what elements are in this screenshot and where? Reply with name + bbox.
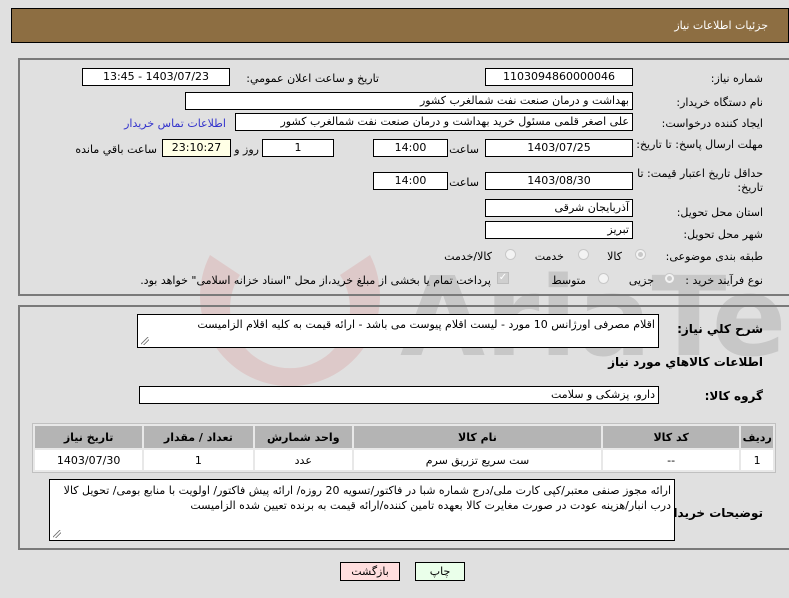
page-header: جزئیات اطلاعات نیاز	[11, 8, 789, 43]
response-deadline-date-field: 1403/07/25	[485, 139, 633, 157]
delivery-province-field: آذربایجان شرقی	[485, 199, 633, 217]
days-remaining-field: 1	[262, 139, 334, 157]
treasury-checkbox-label: پرداخت تمام یا بخشی از مبلغ خرید،از محل …	[140, 274, 491, 287]
page-title: جزئیات اطلاعات نیاز	[674, 19, 768, 32]
col-name: نام کالا	[354, 426, 601, 448]
table-row: 1 -- ست سریع تزریق سرم عدد 1 1403/07/30	[35, 450, 773, 470]
cell-row: 1	[741, 450, 773, 470]
category-radio-goods-service[interactable]	[505, 249, 516, 260]
col-quantity: تعداد / مقدار	[144, 426, 253, 448]
requester-label: ایجاد کننده درخواست:	[661, 117, 763, 130]
category-option-service: خدمت	[534, 250, 564, 263]
goods-group-field: دارو، پزشکی و سلامت	[139, 386, 659, 404]
description-textarea[interactable]: اقلام مصرفی اورژانس 10 مورد - لیست اقلام…	[137, 314, 659, 348]
price-validity-date-field: 1403/08/30	[485, 172, 633, 190]
cell-name: ست سریع تزریق سرم	[354, 450, 601, 470]
back-button[interactable]: بازگشت	[340, 562, 400, 581]
requester-field: علی اصغر قلمی مسئول خرید بهداشت و درمان …	[235, 113, 633, 131]
resize-grip-icon[interactable]	[53, 530, 61, 538]
goods-section-title: اطلاعات کالاهاي مورد نياز	[608, 355, 763, 369]
time-remaining-field: 23:10:27	[162, 139, 231, 157]
buyer-org-field: بهداشت و درمان صنعت نفت شمالغرب کشور	[185, 92, 633, 110]
process-option-medium: متوسط	[551, 274, 586, 287]
category-option-goods: کالا	[607, 250, 622, 263]
description-text: اقلام مصرفی اورژانس 10 مورد - لیست اقلام…	[197, 318, 655, 331]
delivery-city-label: شهر محل تحویل:	[683, 228, 763, 241]
price-validity-label: حداقل تاریخ اعتبار قیمت: تا تاریخ:	[637, 167, 763, 194]
goods-group-label: گروه کالا:	[704, 389, 763, 403]
category-option-goods-service: کالا/خدمت	[444, 250, 492, 263]
process-option-minor: جزیی	[628, 274, 654, 287]
col-need-date: تاریخ نیاز	[35, 426, 143, 448]
delivery-province-label: استان محل تحویل:	[676, 206, 763, 219]
response-deadline-label: مهلت ارسال پاسخ: تا تاریخ:	[636, 138, 763, 151]
cell-quantity: 1	[144, 450, 253, 470]
cell-need-date: 1403/07/30	[35, 450, 143, 470]
need-number-field: 1103094860000046	[485, 68, 633, 86]
goods-table: ردیف کد کالا نام کالا واحد شمارش تعداد /…	[32, 423, 776, 473]
days-label: روز و	[234, 143, 259, 156]
category-radio-service[interactable]	[578, 249, 589, 260]
need-number-label: شماره نیاز:	[710, 72, 763, 85]
delivery-city-field: تبریز	[485, 221, 633, 239]
process-radio-minor[interactable]	[664, 273, 675, 284]
response-deadline-time-label: ساعت	[449, 143, 479, 156]
category-label: طبقه بندی موضوعی:	[665, 250, 763, 263]
buyer-contact-link[interactable]: اطلاعات تماس خریدار	[124, 117, 226, 130]
col-unit: واحد شمارش	[254, 426, 352, 448]
response-deadline-time-field: 14:00	[373, 139, 448, 157]
cell-code: --	[602, 450, 740, 470]
price-validity-time-field: 14:00	[373, 172, 448, 190]
buyer-org-label: نام دستگاه خریدار:	[676, 96, 763, 109]
purchase-process-label: نوع فرآیند خرید :	[685, 274, 763, 287]
col-code: کد کالا	[602, 426, 740, 448]
treasury-checkbox[interactable]: ✓	[497, 272, 509, 284]
col-row: ردیف	[741, 426, 773, 448]
buyer-notes-text: ارائه مجوز صنفی معتبر/کپی کارت ملی/درج ش…	[63, 484, 671, 512]
resize-grip-icon[interactable]	[141, 337, 149, 345]
process-radio-medium[interactable]	[598, 273, 609, 284]
price-validity-time-label: ساعت	[449, 176, 479, 189]
category-radio-goods[interactable]	[635, 249, 646, 260]
goods-table-header: ردیف کد کالا نام کالا واحد شمارش تعداد /…	[35, 426, 773, 448]
time-remaining-label: ساعت باقي مانده	[75, 143, 157, 156]
buyer-notes-label: توضیحات خریدار:	[661, 506, 763, 520]
cell-unit: عدد	[254, 450, 352, 470]
description-label: شرح کلي نياز:	[677, 322, 763, 336]
print-button[interactable]: چاپ	[415, 562, 465, 581]
buyer-notes-textarea[interactable]: ارائه مجوز صنفی معتبر/کپی کارت ملی/درج ش…	[49, 479, 675, 541]
announce-datetime-field: 1403/07/23 - 13:45	[82, 68, 230, 86]
announce-datetime-label: تاریخ و ساعت اعلان عمومي:	[246, 72, 379, 85]
